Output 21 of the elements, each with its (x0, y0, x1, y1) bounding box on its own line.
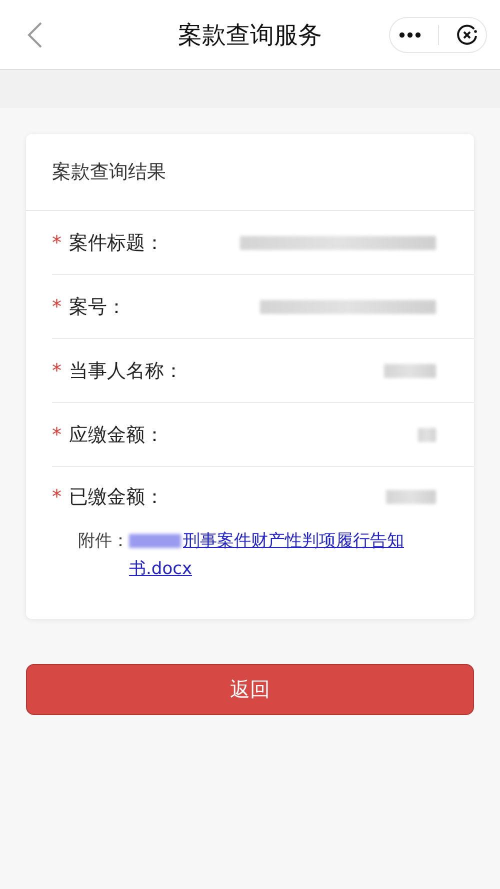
page-title: 案款查询服务 (178, 20, 322, 50)
close-icon[interactable] (456, 24, 478, 46)
attachment-link[interactable]: 刑事案件财产性判项履行告知书.docx (129, 527, 434, 583)
required-mark: * (52, 486, 62, 508)
back-button[interactable]: 返回 (26, 664, 474, 715)
redacted-value (386, 490, 436, 504)
attachment-label: 附件： (78, 530, 129, 553)
redacted-value (384, 364, 436, 378)
redacted-value (418, 428, 436, 442)
more-icon[interactable] (398, 32, 420, 38)
field-label: 已缴金额： (69, 485, 164, 510)
required-mark: * (52, 232, 62, 254)
card-title: 案款查询结果 (26, 134, 474, 211)
field-label: 案件标题： (69, 230, 164, 256)
back-icon[interactable] (27, 20, 43, 48)
required-mark: * (52, 296, 62, 318)
required-mark: * (52, 424, 62, 446)
field-label: 案号： (69, 294, 126, 320)
field-label: 当事人名称： (69, 358, 183, 384)
required-mark: * (52, 360, 62, 382)
field-label: 应缴金额： (69, 422, 164, 448)
